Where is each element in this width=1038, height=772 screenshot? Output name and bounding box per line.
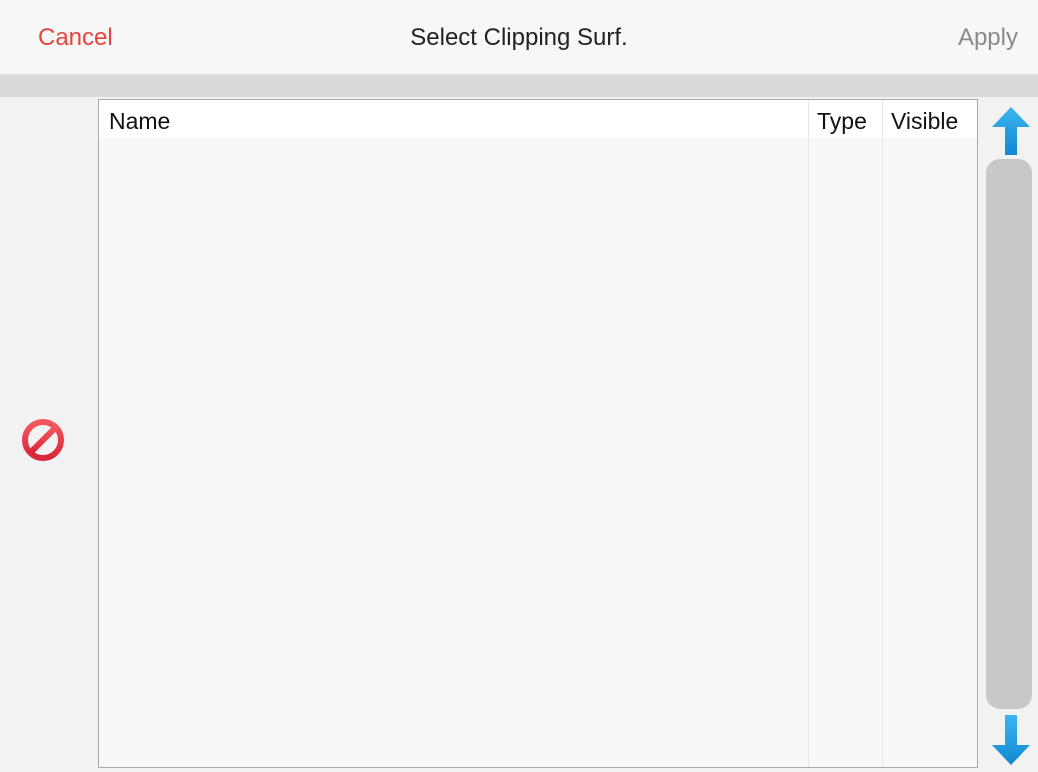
scroll-down-button[interactable] (990, 713, 1032, 767)
column-header-visible[interactable]: Visible (891, 108, 958, 135)
clear-selection-button[interactable] (18, 415, 68, 465)
column-header-name[interactable]: Name (109, 108, 170, 135)
column-header-type[interactable]: Type (817, 108, 867, 135)
arrow-up-icon (992, 107, 1030, 155)
cancel-button[interactable]: Cancel (38, 24, 113, 52)
top-bar: Cancel Select Clipping Surf. Apply (0, 0, 1038, 75)
no-entry-icon (22, 419, 64, 461)
table-header: Name Type Visible (99, 100, 977, 138)
arrow-down-icon (992, 715, 1030, 765)
header-divider (0, 75, 1038, 97)
apply-button[interactable]: Apply (958, 24, 1018, 52)
column-divider (808, 100, 809, 767)
surface-table[interactable]: Name Type Visible (98, 99, 978, 768)
column-divider (882, 100, 883, 767)
dialog-title: Select Clipping Surf. (410, 24, 628, 51)
scrollbar-track[interactable] (986, 159, 1032, 709)
scroll-up-button[interactable] (990, 105, 1032, 157)
content-area: Name Type Visible (0, 97, 1038, 770)
